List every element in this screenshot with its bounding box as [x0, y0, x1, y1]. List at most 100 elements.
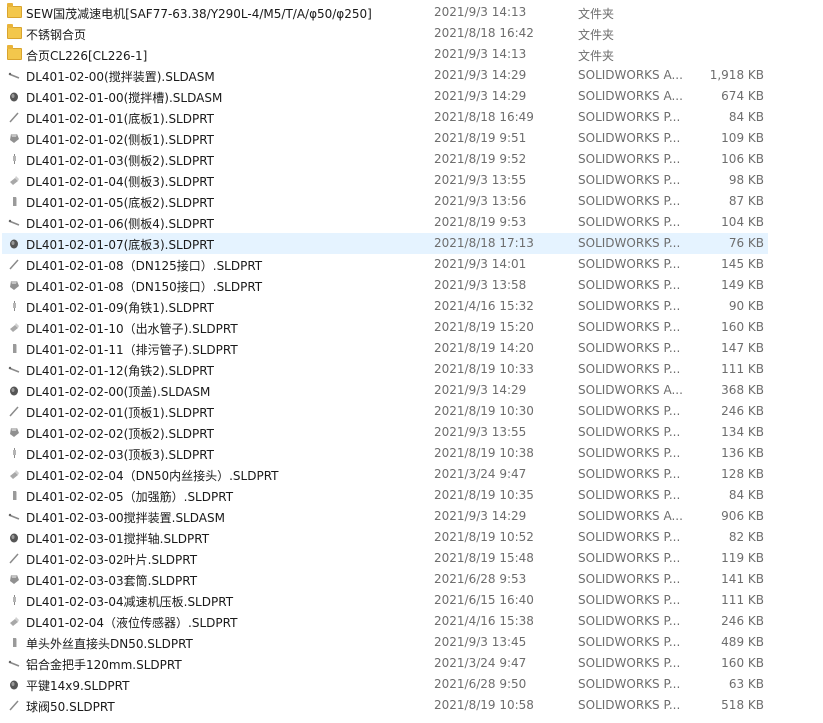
list-item[interactable]: 球阀50.SLDPRT 2021/8/19 10:58 SOLIDWORKS P..… — [2, 695, 768, 716]
file-type: SOLIDWORKS P... — [578, 236, 681, 250]
list-item[interactable]: SEW国茂减速电机[SAF77-63.38/Y290L-4/M5/T/A/φ50… — [2, 2, 768, 23]
list-item[interactable]: DL401-02-02-03(顶板3).SLDPRT 2021/8/19 10:3… — [2, 443, 768, 464]
list-item[interactable]: DL401-02-02-00(顶盖).SLDASM 2021/9/3 14:29 S… — [2, 380, 768, 401]
solidworks-part-icon — [6, 676, 22, 692]
file-size: 106 KB — [721, 152, 764, 166]
file-type: SOLIDWORKS P... — [578, 551, 681, 565]
list-item[interactable]: 不锈钢合页 2021/8/18 16:42 文件夹 — [2, 23, 768, 44]
file-type: 文件夹 — [578, 49, 615, 63]
list-item[interactable]: 合页CL226[CL226-1] 2021/9/3 14:13 文件夹 — [2, 44, 768, 65]
list-item[interactable]: DL401-02-01-09(角铁1).SLDPRT 2021/4/16 15:3… — [2, 296, 768, 317]
list-item[interactable]: DL401-02-01-10（出水管子).SLDPRT 2021/8/19 15:… — [2, 317, 768, 338]
file-name: DL401-02-02-03(顶板3).SLDPRT — [26, 448, 215, 462]
file-size: 906 KB — [721, 509, 764, 523]
file-name: DL401-02-02-05（加强筋）.SLDPRT — [26, 490, 234, 504]
file-date-modified: 2021/8/19 9:51 — [434, 131, 527, 145]
list-item[interactable]: DL401-02-01-04(侧板3).SLDPRT 2021/9/3 13:55… — [2, 170, 768, 191]
file-type: SOLIDWORKS P... — [578, 341, 681, 355]
file-size: 246 KB — [721, 404, 764, 418]
list-item[interactable]: DL401-02-01-11（排污管子).SLDPRT 2021/8/19 14:… — [2, 338, 768, 359]
list-item[interactable]: DL401-02-01-03(侧板2).SLDPRT 2021/8/19 9:52… — [2, 149, 768, 170]
list-item[interactable]: DL401-02-03-04减速机压板.SLDPRT 2021/6/15 16:4… — [2, 590, 768, 611]
file-size: 147 KB — [721, 341, 764, 355]
file-size: 134 KB — [721, 425, 764, 439]
solidworks-part-icon — [6, 214, 22, 230]
file-size: 82 KB — [728, 530, 764, 544]
file-type: SOLIDWORKS A... — [578, 89, 683, 103]
file-size: 518 KB — [721, 698, 764, 712]
list-item[interactable]: DL401-02-04（液位传感器）.SLDPRT 2021/4/16 15:38… — [2, 611, 768, 632]
file-type: SOLIDWORKS P... — [578, 215, 681, 229]
file-size: 136 KB — [721, 446, 764, 460]
file-date-modified: 2021/8/19 14:20 — [434, 341, 534, 355]
list-item[interactable]: DL401-02-01-08（DN125接口）.SLDPRT 2021/9/3 1… — [2, 254, 768, 275]
list-item[interactable]: DL401-02-02-05（加强筋）.SLDPRT 2021/8/19 10:3… — [2, 485, 768, 506]
solidworks-part-icon — [6, 697, 22, 713]
file-type: SOLIDWORKS P... — [578, 299, 681, 313]
solidworks-part-icon — [6, 130, 22, 146]
file-type: SOLIDWORKS P... — [578, 404, 681, 418]
list-item[interactable]: DL401-02-02-01(顶板1).SLDPRT 2021/8/19 10:3… — [2, 401, 768, 422]
list-item[interactable]: DL401-02-01-08（DN150接口）.SLDPRT 2021/9/3 1… — [2, 275, 768, 296]
file-type: SOLIDWORKS P... — [578, 530, 681, 544]
file-name: DL401-02-01-07(底板3).SLDPRT — [26, 238, 215, 252]
list-item[interactable]: 铝合金把手120mm.SLDPRT 2021/3/24 9:47 SOLIDWORK… — [2, 653, 768, 674]
list-item[interactable]: DL401-02-01-07(底板3).SLDPRT 2021/8/18 17:1… — [2, 233, 768, 254]
file-type: SOLIDWORKS P... — [578, 362, 681, 376]
file-name: DL401-02-01-00(搅拌槽).SLDASM — [26, 91, 223, 105]
file-type: SOLIDWORKS P... — [578, 131, 681, 145]
file-type: SOLIDWORKS P... — [578, 467, 681, 481]
file-size: 1,918 KB — [709, 68, 764, 82]
list-item[interactable]: DL401-02-01-06(侧板4).SLDPRT 2021/8/19 9:53… — [2, 212, 768, 233]
solidworks-part-icon — [6, 256, 22, 272]
file-name: DL401-02-03-01搅拌轴.SLDPRT — [26, 532, 210, 546]
solidworks-part-icon — [6, 592, 22, 608]
list-item[interactable]: 单头外丝直接头DN50.SLDPRT 2021/9/3 13:45 SOLIDWOR… — [2, 632, 768, 653]
file-size: 111 KB — [721, 593, 764, 607]
file-size: 141 KB — [721, 572, 764, 586]
file-name: DL401-02-01-02(侧板1).SLDPRT — [26, 133, 215, 147]
file-size: 87 KB — [728, 194, 764, 208]
file-type: SOLIDWORKS P... — [578, 110, 681, 124]
file-name: DL401-02-01-08（DN150接口）.SLDPRT — [26, 280, 263, 294]
file-name: SEW国茂减速电机[SAF77-63.38/Y290L-4/M5/T/A/φ50… — [26, 7, 372, 21]
file-date-modified: 2021/9/3 13:56 — [434, 194, 527, 208]
list-item[interactable]: DL401-02-03-01搅拌轴.SLDPRT 2021/8/19 10:52 S… — [2, 527, 768, 548]
list-item[interactable]: DL401-02-02-04（DN50内丝接头）.SLDPRT 2021/3/24… — [2, 464, 768, 485]
file-name: 球阀50.SLDPRT — [26, 700, 115, 714]
file-date-modified: 2021/9/3 13:55 — [434, 173, 527, 187]
file-size: 98 KB — [728, 173, 764, 187]
solidworks-part-icon — [6, 298, 22, 314]
list-item[interactable]: DL401-02-01-00(搅拌槽).SLDASM 2021/9/3 14:29… — [2, 86, 768, 107]
file-date-modified: 2021/8/19 10:38 — [434, 446, 534, 460]
solidworks-part-icon — [6, 466, 22, 482]
file-size: 119 KB — [721, 551, 764, 565]
solidworks-part-icon — [6, 361, 22, 377]
folder-icon — [6, 3, 22, 20]
file-name: DL401-02-02-01(顶板1).SLDPRT — [26, 406, 215, 420]
list-item[interactable]: DL401-02-03-02叶片.SLDPRT 2021/8/19 15:48 SO… — [2, 548, 768, 569]
file-type: SOLIDWORKS P... — [578, 257, 681, 271]
file-type: SOLIDWORKS P... — [578, 488, 681, 502]
file-date-modified: 2021/8/19 10:52 — [434, 530, 534, 544]
file-name: DL401-02-01-04(侧板3).SLDPRT — [26, 175, 215, 189]
list-item[interactable]: 平键14x9.SLDPRT 2021/6/28 9:50 SOLIDWORKS P.… — [2, 674, 768, 695]
file-date-modified: 2021/4/16 15:38 — [434, 614, 534, 628]
list-item[interactable]: DL401-02-02-02(顶板2).SLDPRT 2021/9/3 13:55… — [2, 422, 768, 443]
list-item[interactable]: DL401-02-03-03套筒.SLDPRT 2021/6/28 9:53 SOL… — [2, 569, 768, 590]
solidworks-part-icon — [6, 151, 22, 167]
list-item[interactable]: DL401-02-01-12(角铁2).SLDPRT 2021/8/19 10:3… — [2, 359, 768, 380]
file-size: 63 KB — [728, 677, 764, 691]
list-item[interactable]: DL401-02-03-00搅拌装置.SLDASM 2021/9/3 14:29 S… — [2, 506, 768, 527]
file-name: 铝合金把手120mm.SLDPRT — [26, 658, 182, 672]
file-size: 84 KB — [728, 110, 764, 124]
list-item[interactable]: DL401-02-00(搅拌装置).SLDASM 2021/9/3 14:29 SO… — [2, 65, 768, 86]
list-item[interactable]: DL401-02-01-01(底板1).SLDPRT 2021/8/18 16:4… — [2, 107, 768, 128]
solidworks-part-icon — [6, 571, 22, 587]
list-item[interactable]: DL401-02-01-02(侧板1).SLDPRT 2021/8/19 9:51… — [2, 128, 768, 149]
file-type: SOLIDWORKS P... — [578, 656, 681, 670]
file-name: 不锈钢合页 — [26, 28, 87, 42]
file-name: DL401-02-01-06(侧板4).SLDPRT — [26, 217, 215, 231]
list-item[interactable]: DL401-02-01-05(底板2).SLDPRT 2021/9/3 13:56… — [2, 191, 768, 212]
file-name: DL401-02-02-02(顶板2).SLDPRT — [26, 427, 215, 441]
